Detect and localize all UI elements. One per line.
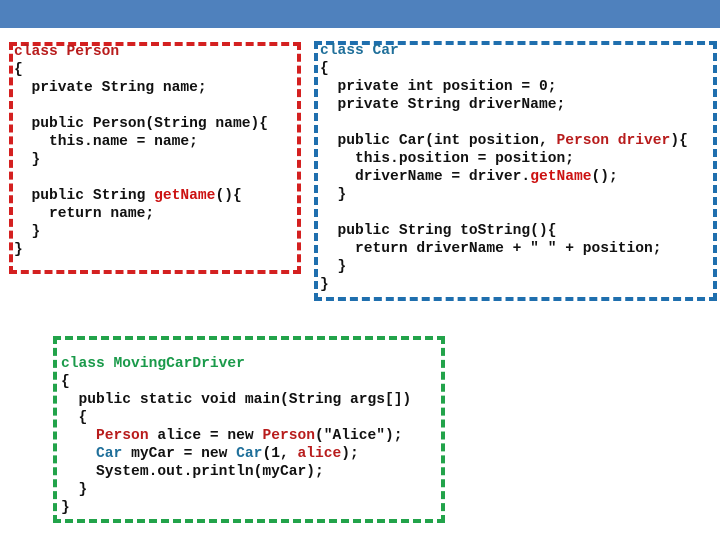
code-token: ("Alice");	[314, 428, 403, 444]
header-bar	[0, 0, 720, 28]
code-line: this.name = name;	[14, 133, 268, 151]
code-line: driverName = driver.getName();	[320, 168, 688, 186]
code-token: this.position = position;	[320, 151, 574, 167]
code-token-highlight: class MovingCarDriver	[61, 356, 245, 372]
code-token: {	[61, 410, 88, 426]
code-token: (1,	[262, 446, 298, 462]
code-token-highlight: Car	[236, 446, 263, 462]
car-class-code: class Car { private int position = 0; pri…	[320, 42, 688, 294]
code-token: }	[14, 242, 23, 258]
code-line: }	[320, 186, 688, 204]
code-line: }	[320, 258, 688, 276]
code-line: public static void main(String args[])	[61, 391, 412, 409]
code-token-highlight: Person driver	[556, 133, 671, 149]
code-line: {	[61, 373, 411, 391]
code-token-highlight: alice	[297, 446, 342, 462]
code-token-highlight: Person	[262, 428, 315, 444]
code-line: {	[14, 61, 268, 79]
code-token: ();	[591, 169, 618, 185]
code-token: public static void main(String args[])	[61, 392, 412, 408]
code-token: public Person(String name){	[14, 116, 268, 132]
code-token: }	[320, 259, 347, 275]
code-token: );	[341, 446, 359, 462]
code-token: }	[320, 277, 329, 293]
code-token: }	[14, 224, 41, 240]
code-line: }	[61, 499, 411, 517]
code-token: public String toString(){	[320, 223, 557, 239]
code-token: {	[320, 61, 329, 77]
code-token-highlight: class Person	[14, 44, 120, 60]
code-token: return driverName + " " + position;	[320, 241, 662, 257]
code-token: {	[61, 374, 70, 390]
code-line: public String toString(){	[320, 222, 688, 240]
code-token: }	[61, 500, 70, 516]
code-line: }	[14, 151, 268, 169]
code-line: {	[320, 60, 688, 78]
code-line: class Person	[14, 43, 268, 61]
code-token: public Car(int position,	[320, 133, 557, 149]
code-line: Person alice = new Person("Alice");	[61, 427, 411, 445]
code-line: Car myCar = new Car(1, alice);	[61, 445, 411, 463]
code-token: private String driverName;	[320, 97, 566, 113]
code-line: public Person(String name){	[14, 115, 268, 133]
code-token-highlight: getName	[530, 169, 592, 185]
code-token: {	[14, 62, 23, 78]
person-class-code: class Person { private String name; publi…	[14, 43, 268, 259]
code-token: }	[61, 482, 88, 498]
code-line: private String name;	[14, 79, 268, 97]
code-line: return driverName + " " + position;	[320, 240, 688, 258]
code-token: return name;	[14, 206, 155, 222]
code-line: this.position = position;	[320, 150, 688, 168]
code-token: myCar = new	[122, 446, 237, 462]
code-token: this.name = name;	[14, 134, 198, 150]
code-token-highlight: Car	[96, 446, 123, 462]
code-line: private int position = 0;	[320, 78, 688, 96]
code-line: {	[61, 409, 411, 427]
code-line: }	[14, 223, 268, 241]
code-line: public Car(int position, Person driver){	[320, 132, 688, 150]
code-line: private String driverName;	[320, 96, 688, 114]
code-token: public String	[14, 188, 155, 204]
code-line: System.out.println(myCar);	[61, 463, 411, 481]
code-token: driverName = driver.	[320, 169, 531, 185]
code-line: public String getName(){	[14, 187, 268, 205]
code-line: return name;	[14, 205, 268, 223]
code-line: class MovingCarDriver	[61, 355, 411, 373]
code-line: }	[14, 241, 268, 259]
code-token: }	[320, 187, 347, 203]
code-token: private int position = 0;	[320, 79, 557, 95]
code-token-highlight: getName	[154, 188, 216, 204]
code-token: private String name;	[14, 80, 207, 96]
code-token: System.out.println(myCar);	[61, 464, 324, 480]
code-token: (){	[215, 188, 242, 204]
code-line: }	[320, 276, 688, 294]
code-token: }	[14, 152, 41, 168]
moving-car-driver-class-code: class MovingCarDriver { public static voi…	[61, 355, 411, 517]
code-token: ){	[670, 133, 688, 149]
code-line: class Car	[320, 42, 688, 60]
code-token-highlight: Person	[96, 428, 149, 444]
code-token: alice = new	[148, 428, 263, 444]
code-line: }	[61, 481, 411, 499]
code-token-highlight: class Car	[320, 43, 399, 59]
